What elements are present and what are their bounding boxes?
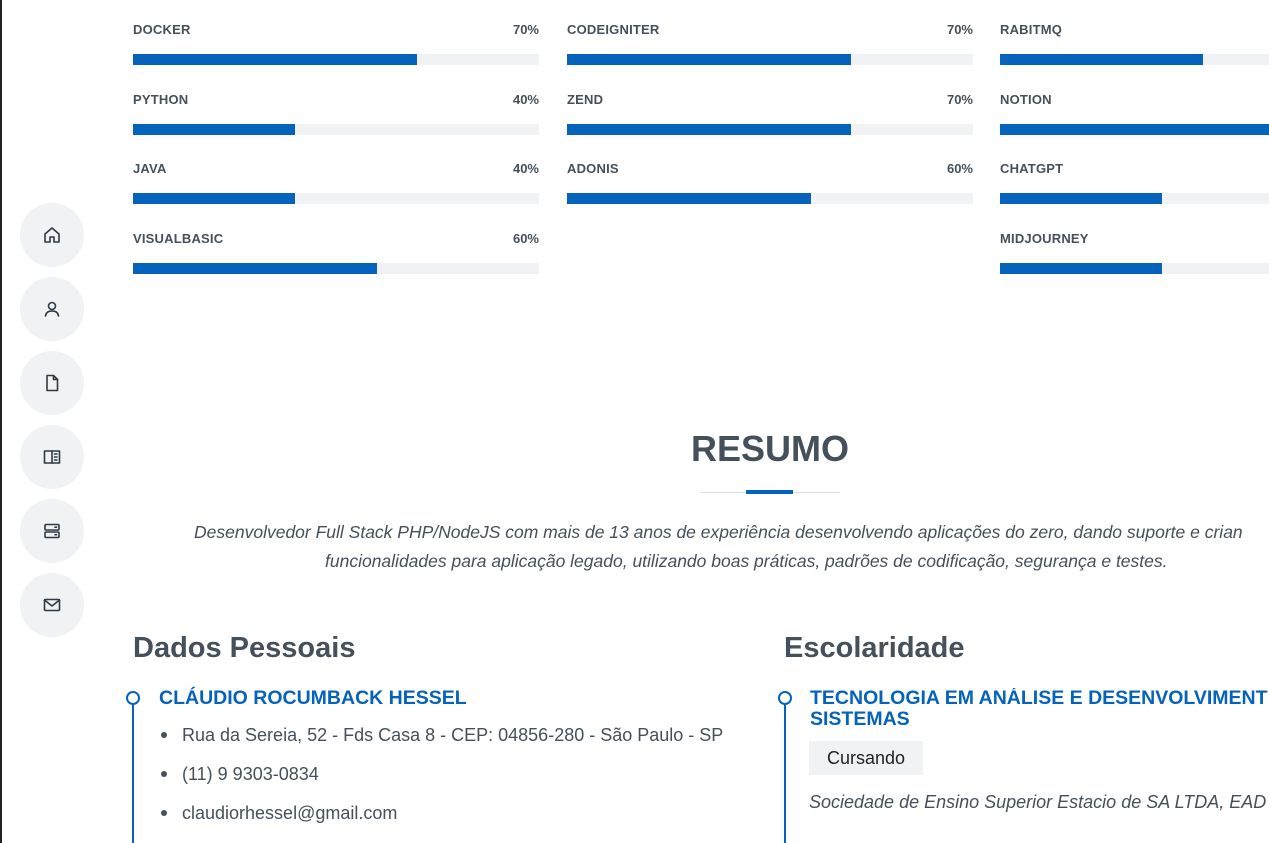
nav-about-button[interactable]	[20, 277, 84, 341]
side-nav	[20, 203, 86, 647]
skill-bar-fill	[1000, 263, 1163, 274]
skill-item: NOTION	[1000, 92, 1269, 142]
institution-text: Sociedade de Ensino Superior Estacio de …	[809, 792, 1267, 812]
skill-item: ADONIS 60%	[567, 161, 973, 211]
phone-item: (11) 9 9303-0834	[159, 763, 723, 802]
skill-value: 70%	[512, 22, 539, 37]
skill-item: VISUALBASIC 60%	[133, 231, 539, 281]
dados-timeline	[132, 700, 134, 843]
skill-name: ZEND	[567, 92, 604, 107]
skill-value: 60%	[512, 231, 539, 246]
skill-bar	[133, 263, 539, 274]
resumo-line-2: funcionalidades para aplicação legado, u…	[325, 551, 1168, 571]
skill-bar-fill	[1000, 54, 1203, 65]
resumo-line-1: Desenvolvedor Full Stack PHP/NodeJS com …	[194, 522, 1243, 542]
skill-name: VISUALBASIC	[133, 231, 224, 246]
skill-bar	[1000, 54, 1269, 65]
skill-value: 40%	[512, 92, 539, 107]
nav-home-button[interactable]	[20, 203, 84, 267]
course-title: TECNOLOGIA EM ANÁLISE E DESENVOLVIMENT S…	[810, 688, 1269, 730]
skill-bar-fill	[133, 124, 296, 135]
skill-bar-fill	[133, 193, 296, 204]
skill-bar	[567, 124, 973, 135]
skill-item: ZEND 70%	[567, 92, 973, 142]
skill-bar-fill	[1000, 124, 1269, 135]
skill-bar	[1000, 193, 1269, 204]
skill-bar	[1000, 263, 1269, 274]
skill-bar	[133, 124, 539, 135]
skill-name: PYTHON	[133, 92, 189, 107]
status-badge: Cursando	[809, 741, 924, 775]
skills-column-3: RABITMQ NOTION CHATGPT MIDJOURNEY	[1000, 22, 1269, 282]
skill-value: 70%	[946, 92, 973, 107]
skill-item: JAVA 40%	[133, 161, 539, 211]
skill-item: PYTHON 40%	[133, 92, 539, 142]
server-icon	[44, 523, 60, 539]
dados-pessoais-title: Dados Pessoais	[133, 632, 356, 664]
skill-item: DOCKER 70%	[133, 22, 539, 72]
skill-name: RABITMQ	[1000, 22, 1063, 37]
user-icon	[44, 301, 60, 317]
skill-bar-fill	[1000, 193, 1163, 204]
skill-name: ADONIS	[567, 161, 619, 176]
skill-value: 40%	[512, 161, 539, 176]
person-name: CLÁUDIO ROCUMBACK HESSEL	[159, 687, 467, 709]
skill-item: MIDJOURNEY	[1000, 231, 1269, 281]
skill-bar-fill	[133, 263, 377, 274]
skill-item: CHATGPT	[1000, 161, 1269, 211]
nav-resume-button[interactable]	[20, 351, 84, 415]
skill-bar-fill	[567, 124, 852, 135]
timeline-dot	[126, 691, 140, 705]
skill-name: MIDJOURNEY	[1000, 231, 1089, 246]
skill-name: JAVA	[133, 161, 167, 176]
personal-info-list: Rua da Sereia, 52 - Fds Casa 8 - CEP: 04…	[159, 724, 723, 841]
skill-item: RABITMQ	[1000, 22, 1269, 72]
nav-services-button[interactable]	[20, 499, 84, 563]
skill-name: NOTION	[1000, 92, 1052, 107]
email-item: claudiorhessel@gmail.com	[159, 802, 723, 841]
skill-name: DOCKER	[133, 22, 191, 37]
escolaridade-title: Escolaridade	[784, 632, 965, 664]
skill-bar-fill	[567, 193, 811, 204]
skill-bar-fill	[567, 54, 852, 65]
skill-bar	[133, 54, 539, 65]
skill-bar-fill	[133, 54, 418, 65]
skill-bar	[567, 193, 973, 204]
mail-icon	[43, 598, 61, 612]
file-icon	[46, 374, 59, 392]
title-divider-accent	[746, 490, 793, 494]
skill-value: 70%	[946, 22, 973, 37]
skill-item: CODEIGNITER 70%	[567, 22, 973, 72]
skill-bar	[567, 54, 973, 65]
course-title-line-2: SISTEMAS	[810, 708, 910, 730]
skill-value: 60%	[946, 161, 973, 176]
timeline-dot	[778, 691, 792, 705]
skill-name: CODEIGNITER	[567, 22, 660, 37]
course-title-line-1: TECNOLOGIA EM ANÁLISE E DESENVOLVIMENT	[810, 688, 1268, 709]
section-title-resumo: RESUMO	[690, 428, 849, 469]
address-item: Rua da Sereia, 52 - Fds Casa 8 - CEP: 04…	[159, 724, 723, 763]
home-icon	[44, 227, 60, 243]
nav-contact-button[interactable]	[20, 573, 84, 637]
escolaridade-timeline	[784, 700, 786, 843]
skill-bar	[1000, 124, 1269, 135]
skill-bar	[133, 193, 539, 204]
skill-name: CHATGPT	[1000, 161, 1064, 176]
